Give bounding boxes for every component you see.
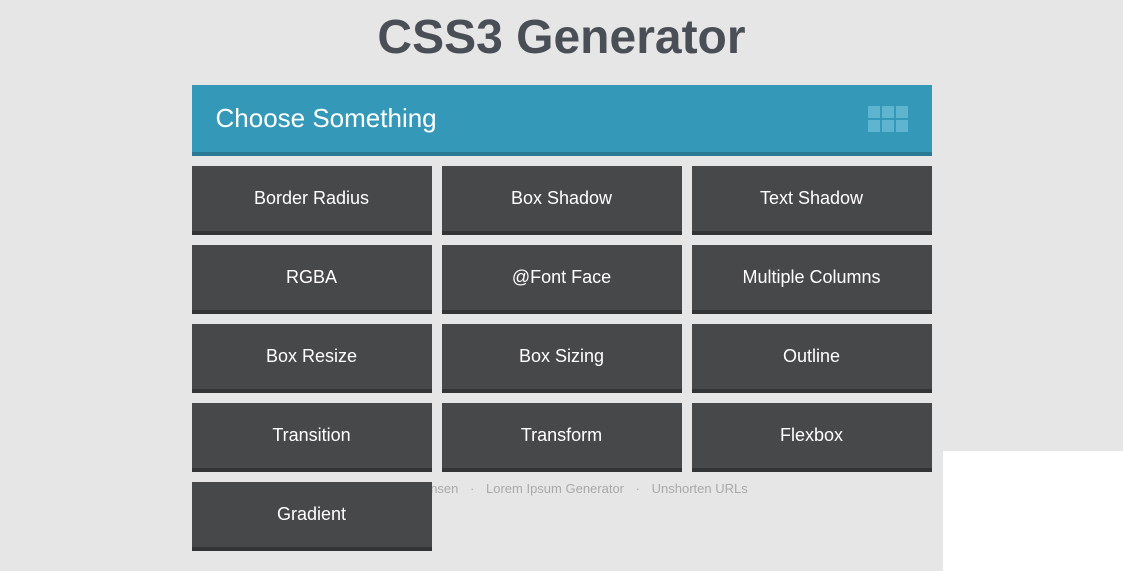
options-grid: Border Radius Box Shadow Text Shadow RGB… xyxy=(192,166,932,551)
main-container: Choose Something Border Radius Box Shado… xyxy=(192,85,932,551)
option-transform[interactable]: Transform xyxy=(442,403,682,472)
option-box-shadow[interactable]: Box Shadow xyxy=(442,166,682,235)
option-rgba[interactable]: RGBA xyxy=(192,245,432,314)
page-title: CSS3 Generator xyxy=(0,0,1123,85)
option-outline[interactable]: Outline xyxy=(692,324,932,393)
dropdown-label: Choose Something xyxy=(216,103,437,134)
option-text-shadow[interactable]: Text Shadow xyxy=(692,166,932,235)
dropdown-header[interactable]: Choose Something xyxy=(192,85,932,156)
option-border-radius[interactable]: Border Radius xyxy=(192,166,432,235)
option-multiple-columns[interactable]: Multiple Columns xyxy=(692,245,932,314)
overlay-block xyxy=(943,451,1123,571)
option-font-face[interactable]: @Font Face xyxy=(442,245,682,314)
option-flexbox[interactable]: Flexbox xyxy=(692,403,932,472)
option-box-sizing[interactable]: Box Sizing xyxy=(442,324,682,393)
option-gradient[interactable]: Gradient xyxy=(192,482,432,551)
option-box-resize[interactable]: Box Resize xyxy=(192,324,432,393)
grid-icon xyxy=(868,106,908,132)
option-transition[interactable]: Transition xyxy=(192,403,432,472)
